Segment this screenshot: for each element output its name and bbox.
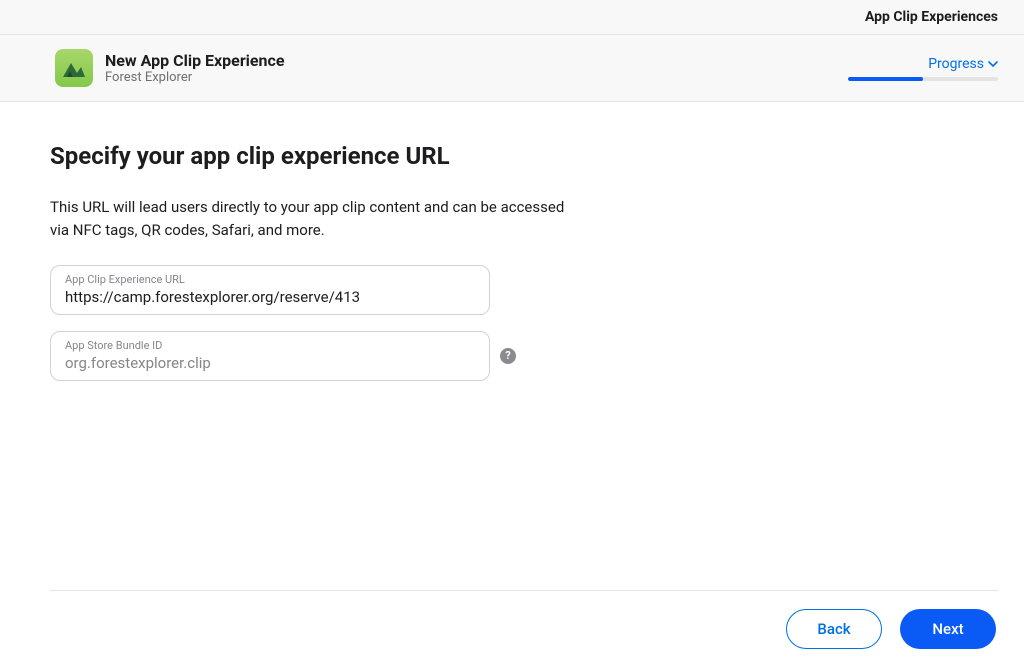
breadcrumb-current: App Clip Experiences [865,9,998,25]
page-subtitle: Forest Explorer [105,70,848,86]
footer-divider [50,590,998,591]
experience-url-input[interactable] [65,288,475,306]
mountain-trees-icon [61,55,87,81]
help-glyph: ? [505,349,510,362]
page-header: New App Clip Experience Forest Explorer … [0,35,1024,101]
bundle-id-label: App Store Bundle ID [65,339,475,352]
progress-toggle[interactable]: Progress [928,56,998,72]
bundle-id-field[interactable]: App Store Bundle ID [50,331,490,381]
app-icon [55,49,93,87]
next-button[interactable]: Next [900,609,996,649]
section-heading: Specify your app clip experience URL [50,142,974,170]
help-icon[interactable]: ? [500,348,516,364]
experience-url-field[interactable]: App Clip Experience URL [50,265,490,315]
progress-area: Progress [848,56,998,81]
page-title: New App Clip Experience [105,51,848,70]
footer-buttons: Back Next [786,609,996,649]
title-group: New App Clip Experience Forest Explorer [105,51,848,86]
progress-label: Progress [928,56,984,72]
bundle-id-input[interactable] [65,354,475,372]
progress-bar [848,77,998,81]
progress-bar-fill [848,77,923,81]
main-content: Specify your app clip experience URL Thi… [0,102,1024,381]
back-button[interactable]: Back [786,609,882,649]
experience-url-label: App Clip Experience URL [65,273,475,286]
section-description: This URL will lead users directly to you… [50,196,580,243]
breadcrumb: App Clip Experiences [0,0,1024,35]
chevron-down-icon [988,59,998,69]
